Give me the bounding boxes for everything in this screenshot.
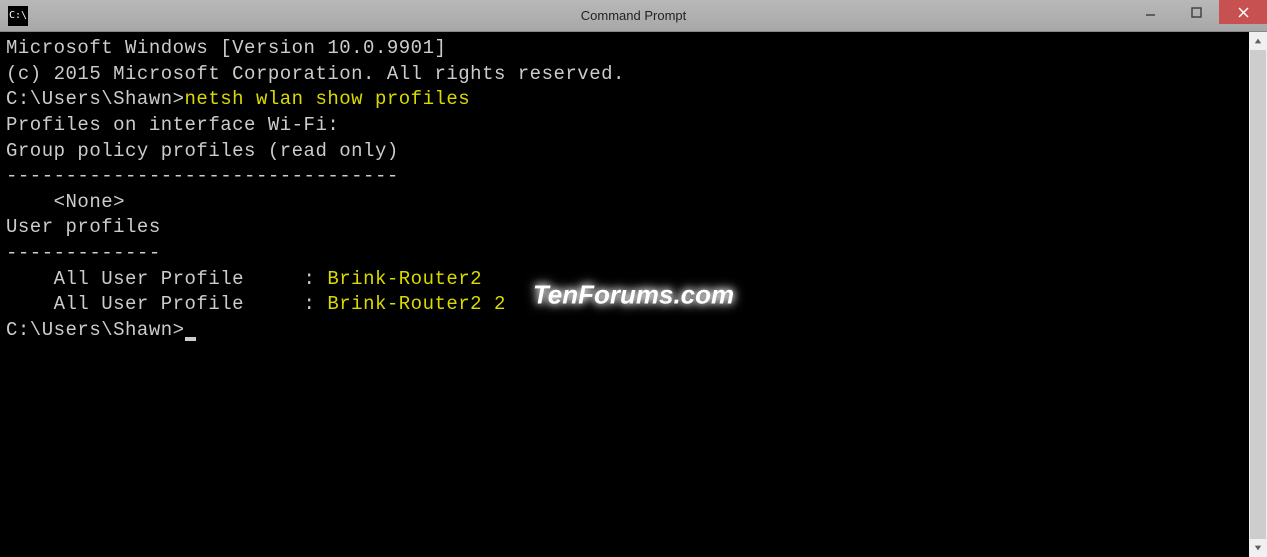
terminal-output[interactable]: Microsoft Windows [Version 10.0.9901](c)… (0, 32, 1249, 557)
prompt-line: C:\Users\Shawn>netsh wlan show profiles (6, 87, 1243, 113)
output-line: <None> (6, 190, 1243, 216)
scroll-track[interactable] (1249, 50, 1267, 539)
window-controls (1127, 0, 1267, 31)
minimize-button[interactable] (1127, 0, 1173, 24)
command-prompt-window: C:\ Command Prompt Microsoft Windows [Ve… (0, 0, 1267, 557)
terminal-area: Microsoft Windows [Version 10.0.9901](c)… (0, 32, 1267, 557)
profile-value: Brink-Router2 (327, 268, 482, 290)
profile-label: All User Profile : (6, 293, 327, 315)
output-line: User profiles (6, 215, 1243, 241)
output-line: Profiles on interface Wi-Fi: (6, 113, 1243, 139)
titlebar[interactable]: C:\ Command Prompt (0, 0, 1267, 32)
prompt-path: C:\Users\Shawn> (6, 319, 185, 341)
vertical-scrollbar[interactable] (1249, 32, 1267, 557)
profile-line: All User Profile : Brink-Router2 (6, 267, 1243, 293)
output-line: --------------------------------- (6, 164, 1243, 190)
output-line: (c) 2015 Microsoft Corporation. All righ… (6, 62, 1243, 88)
window-title: Command Prompt (581, 8, 686, 23)
profile-line: All User Profile : Brink-Router2 2 (6, 292, 1243, 318)
scroll-down-button[interactable] (1249, 539, 1267, 557)
cursor (185, 337, 196, 341)
command-text: netsh wlan show profiles (185, 88, 471, 110)
prompt-line: C:\Users\Shawn> (6, 318, 1243, 344)
profile-value: Brink-Router2 2 (327, 293, 506, 315)
prompt-path: C:\Users\Shawn> (6, 88, 185, 110)
profile-label: All User Profile : (6, 268, 327, 290)
cmd-icon: C:\ (8, 6, 28, 26)
close-button[interactable] (1219, 0, 1267, 24)
output-line: Group policy profiles (read only) (6, 139, 1243, 165)
maximize-button[interactable] (1173, 0, 1219, 24)
scroll-up-button[interactable] (1249, 32, 1267, 50)
scroll-thumb[interactable] (1250, 50, 1266, 539)
output-line: ------------- (6, 241, 1243, 267)
output-line: Microsoft Windows [Version 10.0.9901] (6, 36, 1243, 62)
